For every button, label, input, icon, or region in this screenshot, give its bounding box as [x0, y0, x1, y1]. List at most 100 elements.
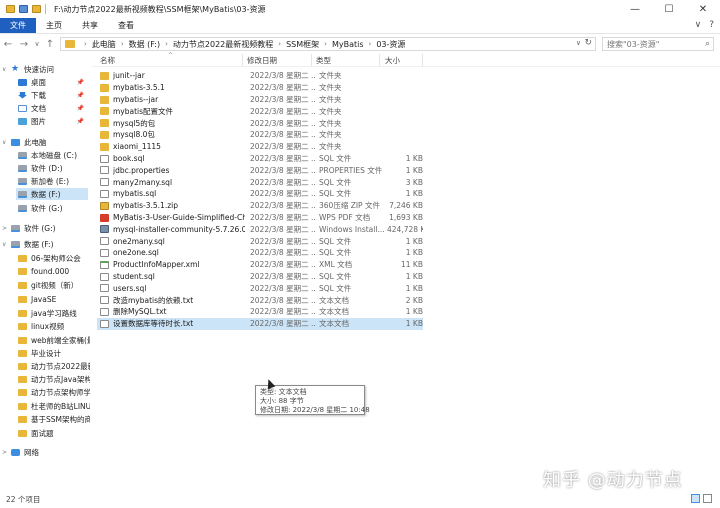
sidebar-item-folder[interactable]: 基于SSM架构的商品: [18, 413, 90, 425]
sidebar-item-folder[interactable]: java学习路线: [18, 307, 90, 319]
sidebar-item-desktop[interactable]: 桌面 📌: [18, 76, 88, 88]
sidebar-item-network[interactable]: > 网络: [2, 446, 88, 458]
breadcrumb-resources[interactable]: 03-资源: [376, 39, 405, 50]
address-bar[interactable]: › 此电脑 › 数据 (F:) › 动力节点2022最新视频教程 › SSM框架…: [60, 37, 596, 51]
column-header-type[interactable]: 类型: [316, 55, 331, 66]
folder-icon[interactable]: [6, 5, 15, 13]
sidebar-item-folder[interactable]: 面试题: [18, 427, 90, 439]
column-divider[interactable]: [242, 54, 243, 66]
sidebar-item-folder[interactable]: JavaSE: [18, 293, 90, 305]
file-row[interactable]: MyBatis-3-User-Guide-Simplified-Chi... 20…: [97, 212, 423, 224]
breadcrumb-course[interactable]: 动力节点2022最新视频教程: [173, 39, 273, 50]
breadcrumb-drive-f[interactable]: 数据 (F:): [129, 39, 160, 50]
column-header-date[interactable]: 修改日期: [247, 55, 277, 66]
sidebar-item-drive-c[interactable]: 本地磁盘 (C:): [18, 149, 88, 161]
column-header-name[interactable]: 名称: [100, 55, 115, 66]
address-dropdown-icon[interactable]: ∨: [576, 39, 581, 47]
column-divider[interactable]: [379, 54, 380, 66]
file-row[interactable]: ProductInfoMapper.xml 2022/3/8 星期二 ... XML…: [97, 259, 423, 271]
file-row[interactable]: mybatis--jar 2022/3/8 星期二 ... 文件夹: [97, 94, 423, 106]
file-row[interactable]: one2many.sql 2022/3/8 星期二 ... SQL 文件 1 KB: [97, 235, 423, 247]
forward-button[interactable]: →: [16, 39, 32, 50]
pin-icon[interactable]: 📌: [77, 118, 84, 125]
refresh-icon[interactable]: ↻: [584, 38, 592, 48]
sidebar-item-folder[interactable]: 动力节点Java架构: [18, 373, 90, 385]
column-header-size[interactable]: 大小: [385, 55, 400, 66]
tab-view[interactable]: 查看: [108, 18, 144, 33]
ribbon-expand-icon[interactable]: ∨: [695, 20, 702, 30]
chevron-right-icon[interactable]: ›: [278, 40, 281, 48]
chevron-right-icon[interactable]: >: [2, 225, 9, 232]
close-button[interactable]: ✕: [686, 0, 720, 18]
tab-share[interactable]: 共享: [72, 18, 108, 33]
column-divider[interactable]: [311, 54, 312, 66]
file-row[interactable]: student.sql 2022/3/8 星期二 ... SQL 文件 1 KB: [97, 271, 423, 283]
sidebar-item-folder[interactable]: 毕业设计: [18, 347, 90, 359]
file-row[interactable]: 改造mybatis的依赖.txt 2022/3/8 星期二 ... 文本文档 2 KB: [97, 294, 423, 306]
chevron-right-icon[interactable]: >: [2, 449, 9, 456]
sidebar-item-folder[interactable]: found.000: [18, 265, 90, 277]
pin-icon[interactable]: 📌: [77, 92, 84, 99]
search-input[interactable]: [607, 39, 703, 49]
chevron-right-icon[interactable]: ›: [324, 40, 327, 48]
pin-icon[interactable]: 📌: [77, 79, 84, 86]
file-row[interactable]: mysql-installer-community-5.7.26.0.msi 20…: [97, 223, 423, 235]
file-row[interactable]: mybatis-3.5.1.zip 2022/3/8 星期二 ... 360压缩 Z…: [97, 200, 423, 212]
properties-icon[interactable]: [19, 5, 28, 13]
file-row[interactable]: mybatis-3.5.1 2022/3/8 星期二 ... 文件夹: [97, 82, 423, 94]
sidebar-item-drive-e[interactable]: 新加卷 (E:): [18, 175, 88, 187]
chevron-down-icon[interactable]: ∨: [2, 139, 9, 146]
file-row[interactable]: 删除MySQL.txt 2022/3/8 星期二 ... 文本文档 1 KB: [97, 306, 423, 318]
sidebar-item-folder[interactable]: 动力节点2022最新: [18, 360, 90, 372]
file-row[interactable]: 设置数据库等待时长.txt 2022/3/8 星期二 ... 文本文档 1 KB: [97, 317, 423, 330]
file-row[interactable]: users.sql 2022/3/8 星期二 ... SQL 文件 1 KB: [97, 282, 423, 294]
sidebar-item-drive-f-root[interactable]: ∨ 数据 (F:): [2, 238, 88, 250]
sidebar-item-quick-access[interactable]: ∨ ★ 快速访问: [2, 63, 88, 75]
sidebar-item-pictures[interactable]: 图片 📌: [18, 115, 88, 127]
chevron-right-icon[interactable]: ›: [165, 40, 168, 48]
sidebar-item-folder[interactable]: git视频（新）: [18, 279, 90, 291]
back-button[interactable]: ←: [0, 39, 16, 50]
file-row[interactable]: mybatis.sql 2022/3/8 星期二 ... SQL 文件 1 KB: [97, 188, 423, 200]
file-row[interactable]: xiaomi_1115 2022/3/8 星期二 ... 文件夹: [97, 141, 423, 153]
chevron-right-icon[interactable]: ›: [369, 40, 372, 48]
file-row[interactable]: mysql5的包 2022/3/8 星期二 ... 文件夹: [97, 117, 423, 129]
breadcrumb-this-pc[interactable]: 此电脑: [92, 39, 116, 50]
sidebar-item-drive-d[interactable]: 软件 (D:): [18, 162, 88, 174]
search-box[interactable]: ⌕: [602, 37, 714, 51]
chevron-down-icon[interactable]: ∨: [2, 66, 9, 73]
tab-home[interactable]: 主页: [36, 18, 72, 33]
file-row[interactable]: mysql8.0包 2022/3/8 星期二 ... 文件夹: [97, 129, 423, 141]
maximize-button[interactable]: ☐: [652, 0, 686, 18]
sidebar-item-folder[interactable]: linux视频: [18, 320, 90, 332]
sidebar-item-downloads[interactable]: 下载 📌: [18, 89, 88, 101]
sidebar-item-folder[interactable]: 06-架构师公会: [18, 252, 90, 264]
large-icons-view-icon[interactable]: [703, 494, 712, 503]
chevron-down-icon[interactable]: ∨: [2, 241, 9, 248]
pin-icon[interactable]: 📌: [77, 105, 84, 112]
sidebar-item-drive-g-root[interactable]: > 软件 (G:): [2, 222, 88, 234]
column-divider[interactable]: [422, 54, 423, 66]
chevron-right-icon[interactable]: ›: [84, 40, 87, 48]
file-row[interactable]: jdbc.properties 2022/3/8 星期二 ... PROPERTIE…: [97, 164, 423, 176]
help-icon[interactable]: ?: [709, 20, 714, 30]
up-button[interactable]: ↑: [42, 39, 58, 50]
chevron-right-icon[interactable]: ›: [121, 40, 124, 48]
new-folder-icon[interactable]: [32, 5, 41, 13]
sidebar-item-drive-f[interactable]: 数据 (F:): [16, 188, 88, 200]
recent-locations-button[interactable]: ∨: [32, 40, 42, 48]
sidebar-item-this-pc[interactable]: ∨ 此电脑: [2, 136, 88, 148]
sidebar-item-folder[interactable]: 杜老师的B站LINUX: [18, 400, 90, 412]
search-icon[interactable]: ⌕: [705, 39, 710, 49]
file-row[interactable]: one2one.sql 2022/3/8 星期二 ... SQL 文件 1 KB: [97, 247, 423, 259]
minimize-button[interactable]: —: [618, 0, 652, 18]
details-view-icon[interactable]: [691, 494, 700, 503]
tab-file[interactable]: 文件: [0, 18, 36, 33]
file-row[interactable]: mybatis配置文件 2022/3/8 星期二 ... 文件夹: [97, 105, 423, 117]
sidebar-item-drive-g[interactable]: 软件 (G:): [18, 202, 88, 214]
sidebar-item-folder[interactable]: 动力节点架构师学: [18, 386, 90, 398]
sidebar-item-folder[interactable]: web前端全家桶(最: [18, 334, 90, 346]
sidebar-item-documents[interactable]: 文档 📌: [18, 102, 88, 114]
breadcrumb-mybatis[interactable]: MyBatis: [332, 40, 364, 49]
file-row[interactable]: book.sql 2022/3/8 星期二 ... SQL 文件 1 KB: [97, 153, 423, 165]
